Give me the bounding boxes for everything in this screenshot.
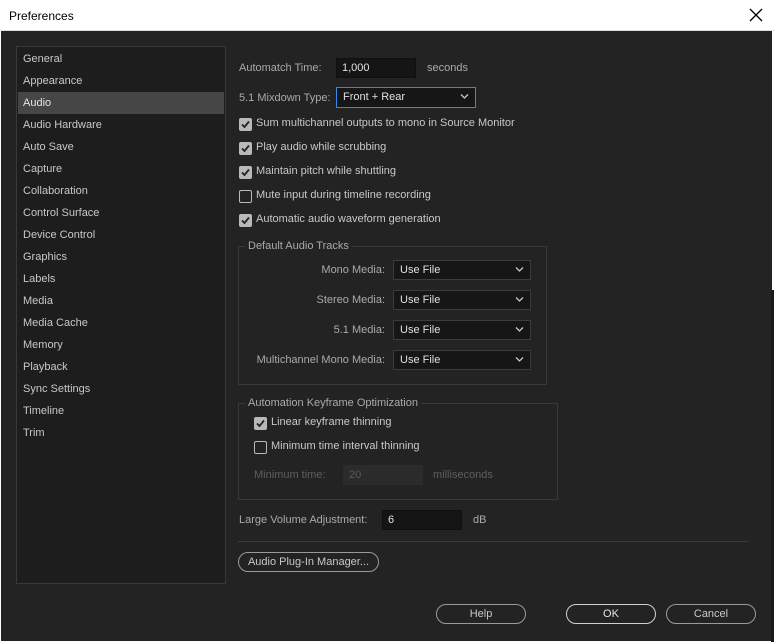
sidebar-item-labels[interactable]: Labels — [18, 268, 224, 290]
preferences-sidebar: General Appearance Audio Audio Hardware … — [16, 46, 226, 584]
mixdown-type-label: 5.1 Mixdown Type: — [239, 92, 331, 104]
sidebar-item-general[interactable]: General — [18, 48, 224, 70]
sidebar-item-appearance[interactable]: Appearance — [18, 70, 224, 92]
chevron-down-icon — [515, 267, 524, 272]
group-title: Automation Keyframe Optimization — [245, 397, 421, 410]
chevron-down-icon — [515, 357, 524, 362]
large-volume-label: Large Volume Adjustment: — [239, 514, 368, 526]
automatch-time-input[interactable]: 1,000 — [336, 58, 416, 78]
window-title: Preferences — [9, 9, 74, 23]
checkbox-checked-icon — [239, 118, 252, 131]
sidebar-item-audio-hardware[interactable]: Audio Hardware — [18, 114, 224, 136]
mono-media-value: Use File — [400, 264, 441, 276]
minimum-time-input[interactable]: 20 — [343, 465, 423, 485]
sidebar-item-graphics[interactable]: Graphics — [18, 246, 224, 268]
stereo-media-value: Use File — [400, 294, 441, 306]
chevron-down-icon — [515, 297, 524, 302]
chevron-down-icon — [460, 94, 469, 99]
checkbox-label: Maintain pitch while shuttling — [256, 165, 397, 177]
sidebar-item-capture[interactable]: Capture — [18, 158, 224, 180]
sidebar-item-trim[interactable]: Trim — [18, 422, 224, 444]
large-volume-input[interactable]: 6 — [382, 510, 462, 530]
sidebar-item-media-cache[interactable]: Media Cache — [18, 312, 224, 334]
minimum-time-label: Minimum time: — [254, 469, 326, 481]
sidebar-item-media[interactable]: Media — [18, 290, 224, 312]
divider — [238, 541, 748, 542]
close-icon[interactable] — [748, 7, 764, 23]
sidebar-item-timeline[interactable]: Timeline — [18, 400, 224, 422]
checkbox-checked-icon — [254, 417, 267, 430]
sidebar-item-collaboration[interactable]: Collaboration — [18, 180, 224, 202]
checkbox-label: Play audio while scrubbing — [256, 141, 387, 153]
automatch-time-label: Automatch Time: — [239, 62, 322, 74]
sidebar-item-control-surface[interactable]: Control Surface — [18, 202, 224, 224]
ok-button[interactable]: OK — [566, 604, 656, 624]
checkbox-label: Linear keyframe thinning — [271, 416, 392, 428]
checkbox-label: Minimum time interval thinning — [271, 440, 420, 452]
checkbox-checked-icon — [239, 142, 252, 155]
automatch-time-unit: seconds — [427, 62, 468, 74]
multichannel-mono-media-label: Multichannel Mono Media: — [256, 354, 385, 366]
mono-media-label: Mono Media: — [321, 264, 385, 276]
stereo-media-label: Stereo Media: — [316, 294, 385, 306]
sidebar-item-auto-save[interactable]: Auto Save — [18, 136, 224, 158]
sidebar-item-device-control[interactable]: Device Control — [18, 224, 224, 246]
sidebar-item-sync-settings[interactable]: Sync Settings — [18, 378, 224, 400]
checkbox-unchecked-icon — [254, 441, 267, 454]
checkbox-unchecked-icon — [239, 190, 252, 203]
five-one-media-value: Use File — [400, 324, 441, 336]
five-one-media-dropdown[interactable]: Use File — [393, 320, 531, 340]
checkbox-label: Mute input during timeline recording — [256, 189, 431, 201]
mixdown-type-value: Front + Rear — [343, 91, 406, 103]
sidebar-item-audio[interactable]: Audio — [18, 92, 224, 114]
multichannel-mono-media-value: Use File — [400, 354, 441, 366]
title-bar: Preferences — [0, 0, 774, 31]
mixdown-type-dropdown[interactable]: Front + Rear — [336, 87, 476, 108]
multichannel-mono-media-dropdown[interactable]: Use File — [393, 350, 531, 370]
checkbox-checked-icon — [239, 166, 252, 179]
five-one-media-label: 5.1 Media: — [333, 324, 385, 336]
sidebar-item-playback[interactable]: Playback — [18, 356, 224, 378]
stereo-media-dropdown[interactable]: Use File — [393, 290, 531, 310]
minimum-time-unit: milliseconds — [433, 469, 493, 481]
help-button[interactable]: Help — [436, 604, 526, 624]
checkbox-label: Sum multichannel outputs to mono in Sour… — [256, 117, 515, 129]
chevron-down-icon — [515, 327, 524, 332]
checkbox-label: Automatic audio waveform generation — [256, 213, 441, 225]
audio-plugin-manager-button[interactable]: Audio Plug-In Manager... — [238, 552, 379, 572]
cancel-button[interactable]: Cancel — [666, 604, 756, 624]
checkbox-checked-icon — [239, 214, 252, 227]
mono-media-dropdown[interactable]: Use File — [393, 260, 531, 280]
large-volume-unit: dB — [473, 514, 487, 526]
group-title: Default Audio Tracks — [245, 240, 352, 253]
sidebar-item-memory[interactable]: Memory — [18, 334, 224, 356]
